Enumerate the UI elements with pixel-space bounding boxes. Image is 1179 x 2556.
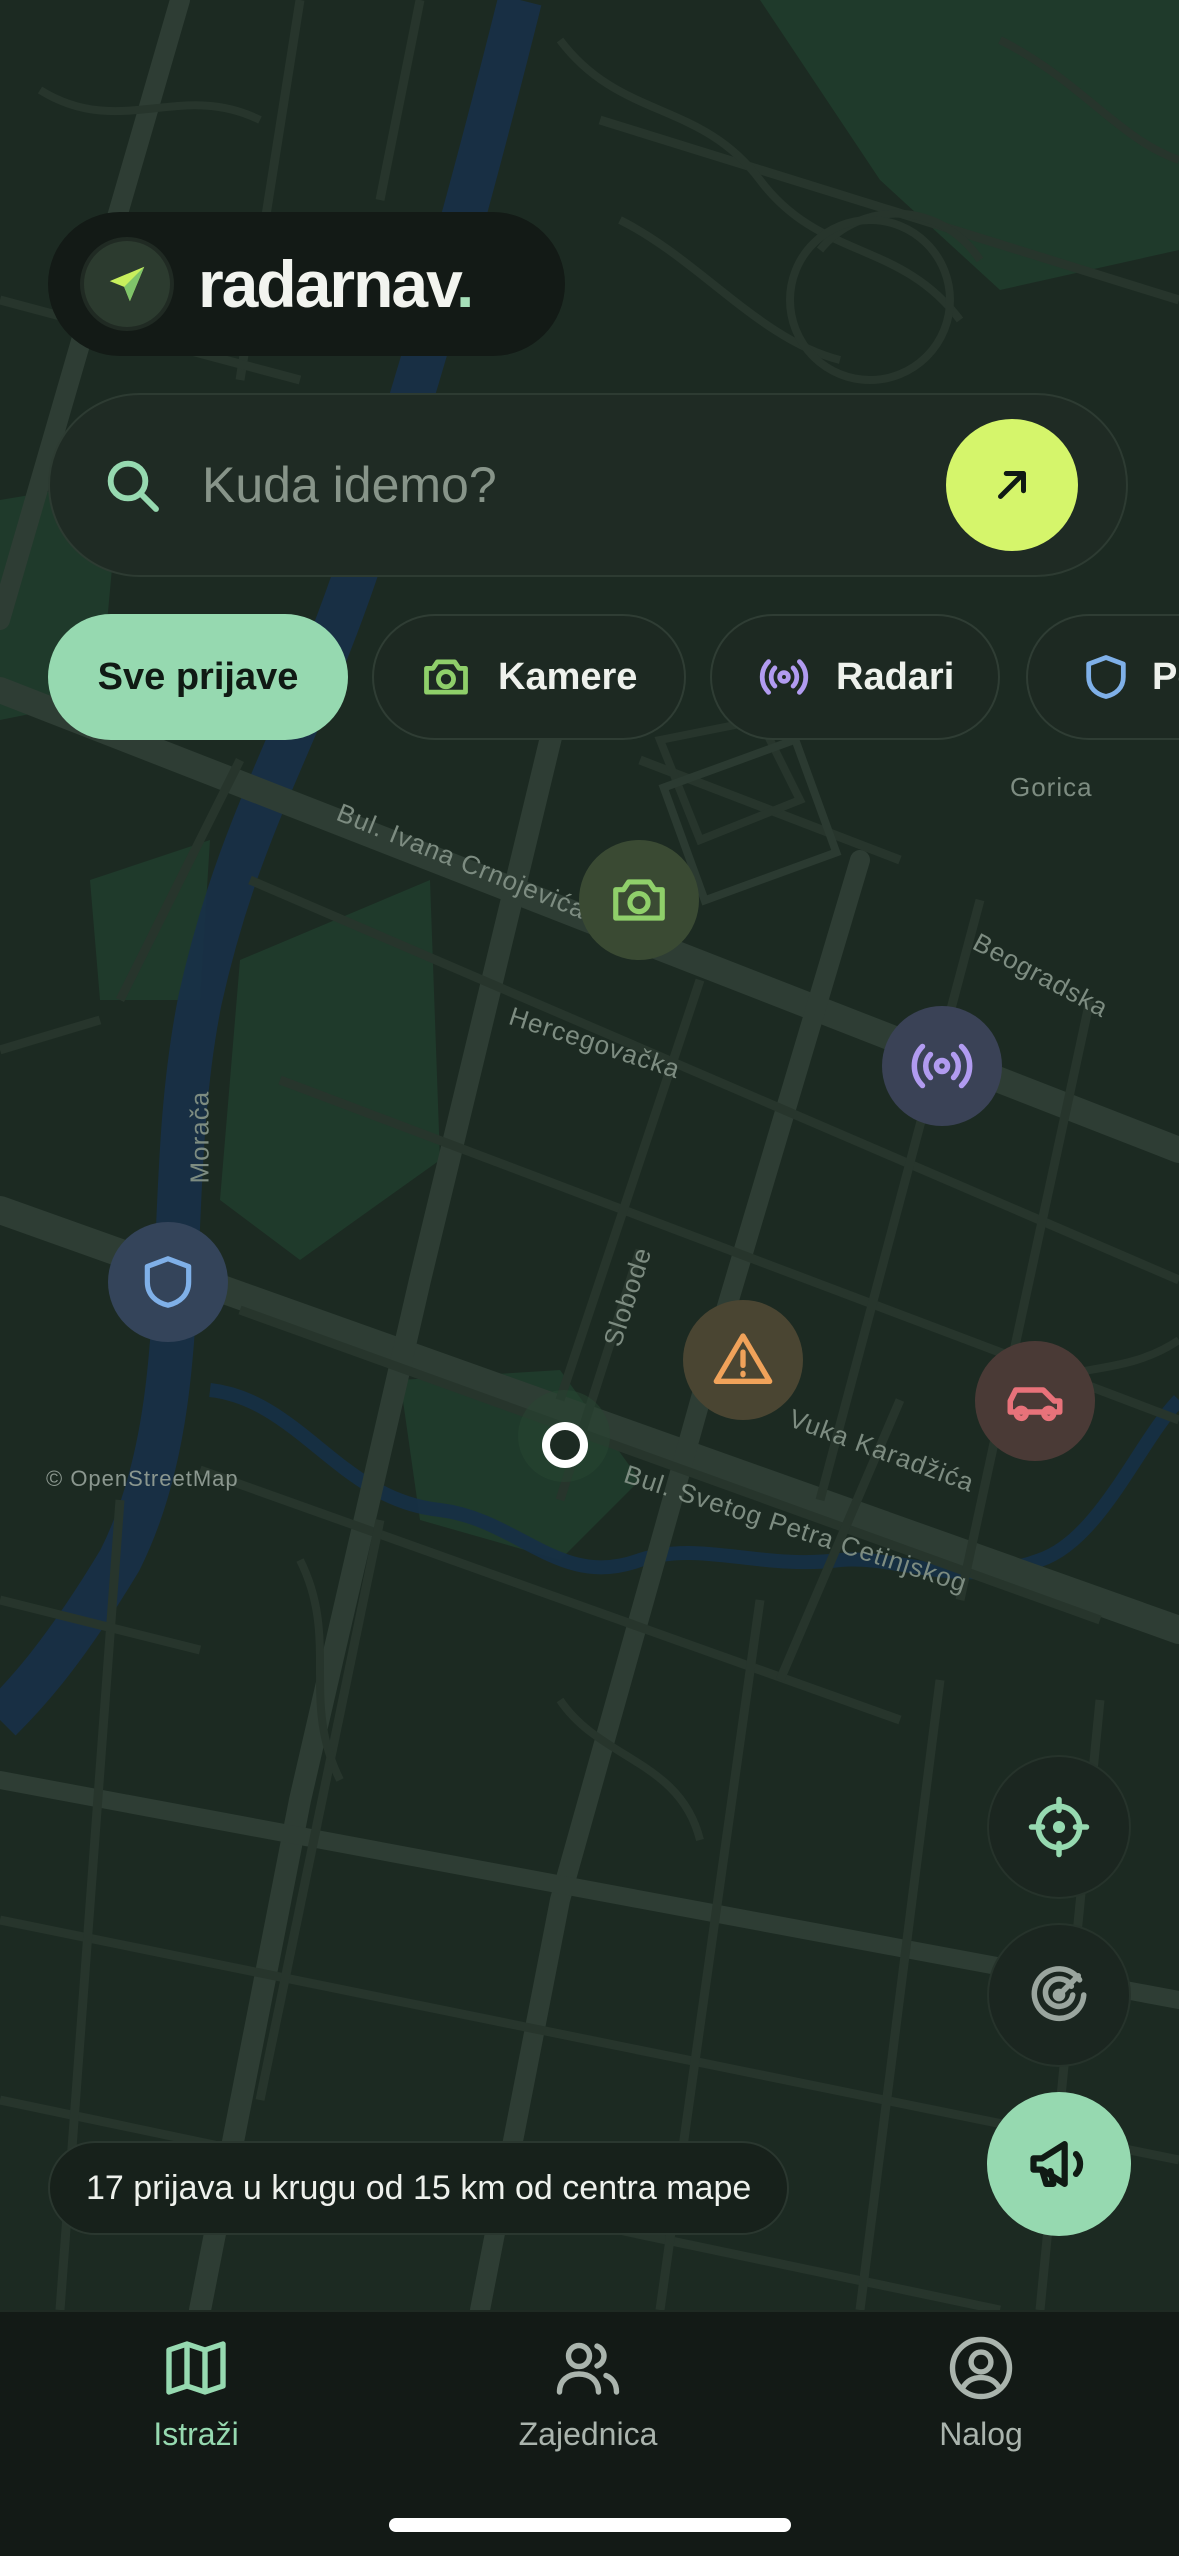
camera-icon	[424, 659, 468, 695]
filter-chip-cameras[interactable]: Kamere	[372, 614, 686, 740]
recenter-button[interactable]	[989, 1757, 1129, 1897]
car-icon	[1007, 1387, 1063, 1422]
search-icon	[107, 460, 159, 512]
brand-name-text: radarnav	[198, 247, 458, 321]
arrow-up-right-icon	[998, 471, 1026, 499]
search-bar[interactable]	[48, 393, 1128, 577]
reports-status-text: 17 prijava u krugu od 15 km od centra ma…	[86, 2168, 752, 2207]
report-button[interactable]	[987, 2092, 1131, 2236]
current-location-dot	[542, 1422, 588, 1468]
camera-icon	[613, 879, 665, 921]
radar-marker[interactable]	[882, 1006, 1002, 1126]
users-icon	[556, 2342, 620, 2395]
nav-item-community[interactable]: Zajednica	[458, 2332, 718, 2453]
filter-chip-radars[interactable]: Radari	[710, 614, 1000, 740]
navigation-arrow-icon	[84, 241, 170, 327]
brand-logo: radarnav.	[48, 212, 565, 356]
shield-icon	[144, 1256, 192, 1308]
account-icon	[949, 2336, 1013, 2400]
radar-scan-icon	[1031, 1966, 1087, 2022]
home-indicator	[389, 2518, 791, 2532]
nav-label: Istraži	[153, 2416, 239, 2452]
filter-chip-police[interactable]: Po	[1026, 614, 1179, 740]
hazard-marker[interactable]	[683, 1300, 803, 1420]
nav-label: Nalog	[939, 2416, 1023, 2452]
map-attribution: © OpenStreetMap	[46, 1466, 239, 1491]
navigate-button[interactable]	[946, 419, 1078, 551]
megaphone-icon	[1030, 2141, 1084, 2187]
warning-icon	[713, 1333, 773, 1384]
filter-chip-label: Kamere	[498, 655, 638, 698]
radar-broadcast-icon	[759, 659, 809, 695]
camera-marker[interactable]	[579, 840, 699, 960]
area-label-gorica: Gorica	[1010, 772, 1093, 802]
police-marker[interactable]	[108, 1222, 228, 1342]
search-input[interactable]	[200, 455, 946, 515]
app-screen: Bul. Ivana Crnojevića Hercegovačka Beogr…	[0, 0, 1179, 2556]
nav-item-account[interactable]: Nalog	[851, 2332, 1111, 2453]
reports-status: 17 prijava u krugu od 15 km od centra ma…	[48, 2141, 790, 2235]
street-label-moraca: Morača	[184, 1090, 215, 1184]
filter-chip-label: Radari	[836, 655, 955, 698]
brand-name: radarnav.	[198, 246, 474, 322]
filter-chip-label: Sve prijave	[97, 655, 299, 698]
brand-dot: .	[455, 247, 474, 321]
filter-chip-all[interactable]: Sve prijave	[48, 614, 348, 740]
radar-scan-button[interactable]	[989, 1925, 1129, 2065]
nav-item-explore[interactable]: Istraži	[66, 2332, 326, 2453]
radar-broadcast-icon	[911, 1043, 973, 1089]
accident-marker[interactable]	[975, 1341, 1095, 1461]
filter-chip-label: Po	[1152, 655, 1179, 698]
shield-icon	[1086, 655, 1126, 699]
map-icon	[166, 2341, 226, 2395]
crosshair-icon	[1028, 1796, 1090, 1858]
nav-label: Zajednica	[518, 2416, 658, 2452]
